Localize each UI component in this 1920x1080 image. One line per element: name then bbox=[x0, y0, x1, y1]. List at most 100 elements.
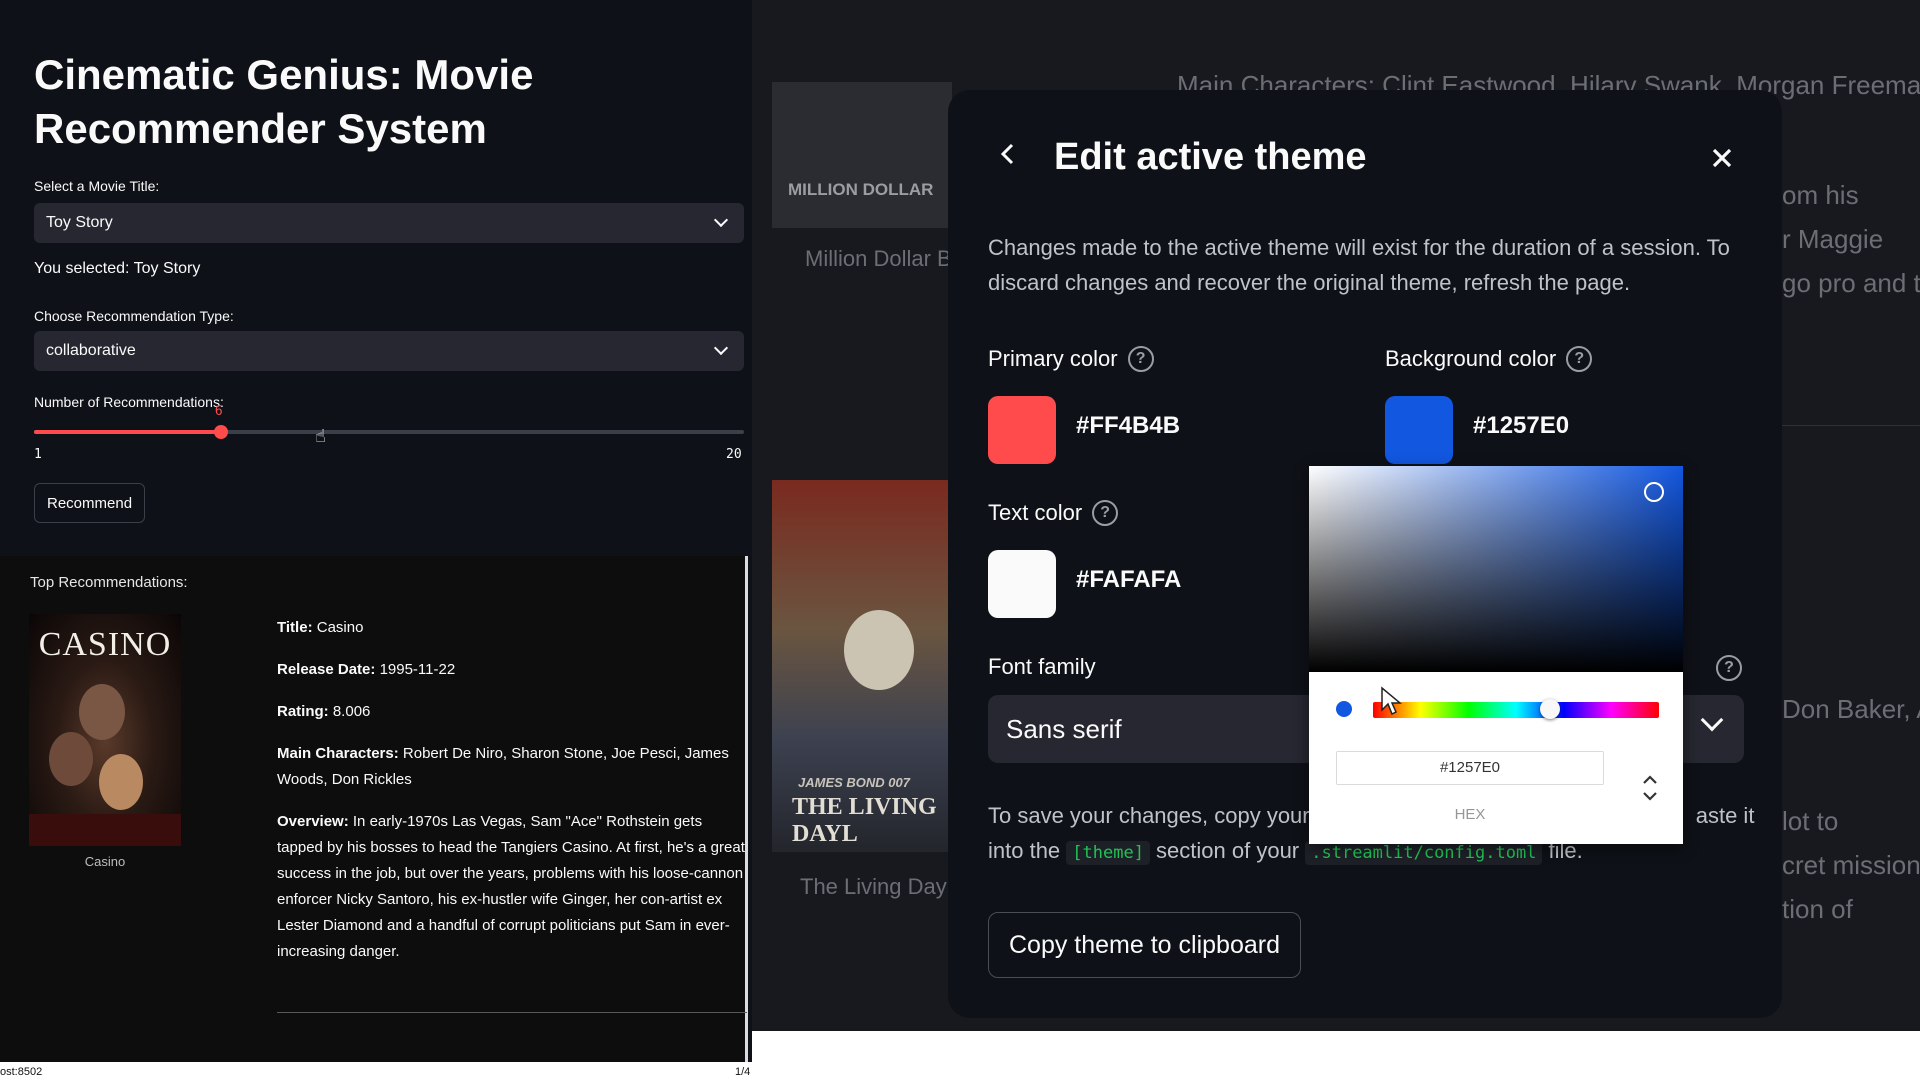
text-color-swatch[interactable] bbox=[988, 550, 1056, 618]
chevron-down-icon bbox=[713, 212, 729, 228]
modal-title: Edit active theme bbox=[1054, 136, 1367, 178]
save-text-line2: into the bbox=[988, 838, 1067, 863]
recommendation-slider[interactable]: 6 bbox=[34, 404, 744, 439]
characters-label: Main Characters: bbox=[277, 745, 399, 762]
bg-divider bbox=[1782, 425, 1920, 426]
title-label: Title: bbox=[277, 619, 313, 636]
bg-text-line: tion of bbox=[1782, 894, 1853, 924]
chevron-down-icon bbox=[713, 340, 729, 356]
text-color-label: Text color ? bbox=[988, 500, 1119, 526]
slider-min-label: 1 bbox=[34, 447, 42, 462]
title-value: Casino bbox=[316, 619, 364, 636]
bg-text-line: cret mission t bbox=[1782, 850, 1920, 880]
hex-input[interactable]: #1257E0 bbox=[1336, 751, 1604, 785]
poster-figure bbox=[79, 684, 125, 740]
question-circle-icon[interactable]: ? bbox=[1716, 655, 1742, 681]
bg-text-line: om his bbox=[1782, 180, 1859, 210]
hex-label: HEX bbox=[1454, 806, 1486, 823]
save-text-tail: aste it bbox=[1695, 803, 1755, 828]
release-label: Release Date: bbox=[277, 661, 376, 678]
saturation-area[interactable] bbox=[1309, 466, 1683, 672]
bg-poster-figure bbox=[844, 610, 914, 690]
copy-theme-button[interactable]: Copy theme to clipboard bbox=[988, 912, 1301, 978]
bg-poster-text: THE LIVING DAYL bbox=[792, 794, 937, 847]
bg-poster: JAMES BOND 007 THE LIVING DAYL bbox=[772, 480, 952, 852]
status-page: 1/4 bbox=[735, 1066, 751, 1078]
primary-color-hex: #FF4B4B bbox=[1076, 412, 1181, 439]
background-color-swatch[interactable] bbox=[1385, 396, 1453, 464]
poster-footer bbox=[29, 814, 181, 846]
movie-select-label: Select a Movie Title: bbox=[34, 178, 160, 194]
poster-title: CASINO bbox=[38, 626, 172, 663]
theme-code: [theme] bbox=[1066, 841, 1150, 865]
font-family-value: Sans serif bbox=[1006, 713, 1122, 744]
color-picker: #1257E0 HEX bbox=[1309, 466, 1683, 844]
primary-color-label: Primary color ? bbox=[988, 346, 1154, 372]
status-url: ost:8502 bbox=[0, 1066, 43, 1078]
primary-color-swatch[interactable] bbox=[988, 396, 1056, 464]
hand-cursor-icon: ☝ bbox=[315, 426, 326, 446]
recommend-button[interactable]: Recommend bbox=[34, 483, 146, 523]
up-down-arrows-icon[interactable] bbox=[1639, 771, 1661, 805]
question-circle-icon[interactable]: ? bbox=[1127, 346, 1154, 372]
background-color-label-text: Background color bbox=[1385, 346, 1557, 371]
overview-row: Overview: In early-1970s Las Vegas, Sam … bbox=[277, 809, 747, 965]
chevron-left-icon[interactable] bbox=[996, 142, 1020, 166]
selection-text: You selected: Toy Story bbox=[34, 260, 201, 277]
slider-thumb[interactable] bbox=[213, 425, 228, 439]
text-color-hex: #FAFAFA bbox=[1076, 566, 1182, 593]
movie-poster: CASINO bbox=[29, 614, 181, 846]
page-title: Cinematic Genius: Movie Recommender Syst… bbox=[34, 51, 534, 152]
movie-title-row: Title: Casino bbox=[277, 615, 747, 641]
rating-label: Rating: bbox=[277, 703, 329, 720]
num-rec-label: Number of Recommendations: bbox=[34, 394, 224, 410]
rec-type-label: Choose Recommendation Type: bbox=[34, 308, 234, 324]
hue-slider[interactable] bbox=[1373, 702, 1659, 718]
primary-color-label-text: Primary color bbox=[988, 346, 1118, 371]
bg-text-line: lot to bbox=[1782, 806, 1839, 836]
modal-description: Changes made to the active theme will ex… bbox=[988, 235, 1730, 295]
bg-caption: Million Dollar B bbox=[805, 246, 952, 271]
bg-text-line: Don Baker, Ar bbox=[1782, 694, 1920, 724]
save-text-pre: To save your changes, copy your bbox=[988, 803, 1316, 828]
poster-caption: Casino bbox=[84, 854, 126, 869]
slider-fill bbox=[34, 430, 221, 434]
poster-figure bbox=[99, 754, 143, 810]
app-panel: Cinematic Genius: Movie Recommender Syst… bbox=[0, 0, 752, 1062]
bg-poster-brand: JAMES BOND 007 bbox=[798, 775, 910, 790]
rating-row: Rating: 8.006 bbox=[277, 699, 747, 725]
release-value: 1995-11-22 bbox=[379, 661, 456, 678]
slider-value: 6 bbox=[214, 404, 223, 419]
save-text-mid: section of your bbox=[1149, 838, 1306, 863]
color-preview-dot bbox=[1336, 701, 1352, 717]
background-color-hex: #1257E0 bbox=[1473, 412, 1570, 439]
text-color-label-text: Text color bbox=[988, 500, 1083, 525]
bg-caption: The Living Dayl bbox=[800, 874, 952, 899]
saturation-cursor[interactable] bbox=[1644, 482, 1664, 502]
release-date-row: Release Date: 1995-11-22 bbox=[277, 657, 747, 683]
poster-figure bbox=[49, 732, 93, 786]
overview-label: Overview: bbox=[277, 813, 349, 830]
bg-poster-text: MILLION DOLLAR bbox=[788, 180, 934, 199]
background-color-label: Background color ? bbox=[1385, 346, 1593, 372]
movie-select-value: Toy Story bbox=[46, 214, 113, 231]
slider-max-label: 20 bbox=[726, 447, 742, 462]
rec-type-value: collaborative bbox=[46, 342, 136, 359]
overview-value: In early-1970s Las Vegas, Sam "Ace" Roth… bbox=[277, 813, 745, 960]
question-circle-icon[interactable]: ? bbox=[1566, 346, 1593, 372]
characters-row: Main Characters: Robert De Niro, Sharon … bbox=[277, 741, 747, 793]
font-family-label: Font family bbox=[988, 654, 1096, 679]
bg-text-line: r Maggie bbox=[1782, 224, 1884, 254]
rating-value: 8.006 bbox=[332, 703, 371, 720]
question-circle-icon[interactable]: ? bbox=[1092, 500, 1119, 526]
mouse-pointer-icon bbox=[1381, 686, 1402, 716]
rec-type-select[interactable]: collaborative bbox=[34, 331, 744, 371]
movie-select[interactable]: Toy Story bbox=[34, 203, 744, 243]
bg-poster: MILLION DOLLAR bbox=[772, 82, 952, 228]
config-path-code: .streamlit/config.toml bbox=[1305, 841, 1543, 865]
bg-text-line: go pro and to bbox=[1782, 268, 1920, 298]
close-icon[interactable] bbox=[1710, 146, 1734, 170]
results-panel: Top Recommendations: CASINO Casino Title… bbox=[0, 556, 748, 1062]
results-heading: Top Recommendations: bbox=[30, 574, 188, 591]
divider bbox=[277, 1012, 747, 1013]
